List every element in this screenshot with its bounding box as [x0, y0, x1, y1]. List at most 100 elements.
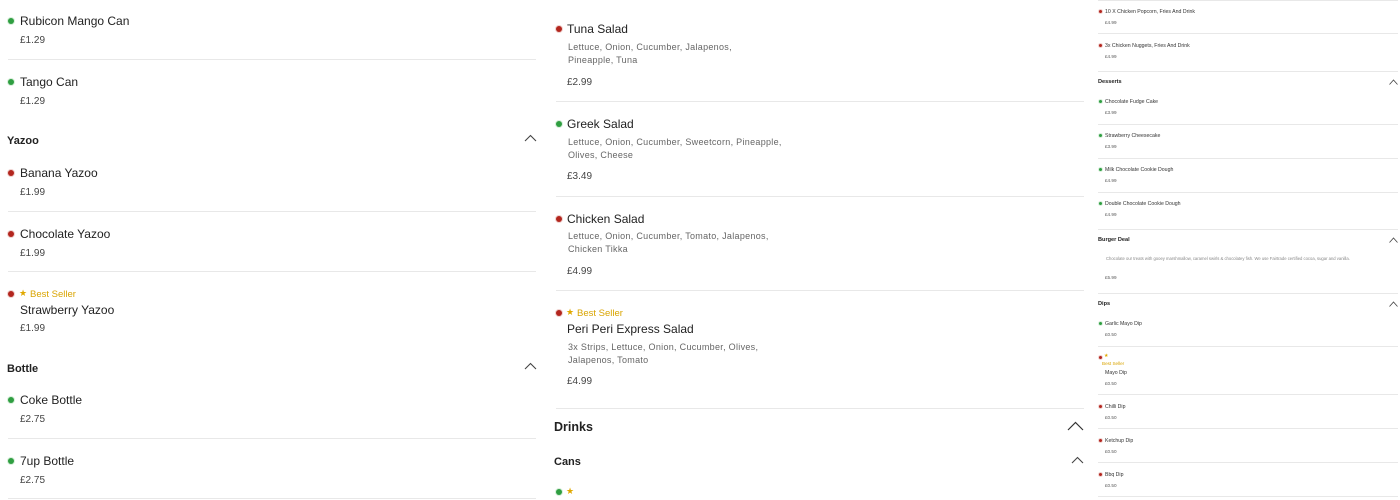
item-name: Coke Bottle — [20, 393, 83, 407]
category-title: Dips — [1098, 301, 1111, 307]
veg-dot-icon — [8, 397, 14, 403]
item-price: £3.99 — [1105, 110, 1117, 115]
item-name: Ketchup Dip — [1105, 438, 1134, 444]
item-name: Garlic Mayo Dip — [1105, 321, 1142, 327]
item-name: 7up Bottle — [20, 454, 75, 468]
chevron-up-icon[interactable] — [1389, 237, 1398, 243]
item-name: Strawberry Cheesecake — [1105, 133, 1161, 139]
best-seller-badge: Best Seller — [30, 289, 76, 300]
item-description: 3x Strips, Lettuce, Onion, Cucumber, Oli… — [568, 342, 759, 365]
veg-dot-icon — [1099, 168, 1102, 171]
item-name: Tango Can — [20, 75, 79, 89]
veg-dot-icon — [1099, 100, 1102, 103]
star-icon: ★ — [566, 307, 575, 317]
divider — [1098, 158, 1398, 159]
item-price: £5.99 — [1105, 275, 1117, 280]
menu-column-middle: Tuna Salad Lettuce, Onion, Cucumber, Jal… — [546, 0, 1092, 500]
item-name: Chilli Dip — [1105, 404, 1126, 410]
star-icon: ★ — [566, 486, 575, 496]
section-title: Drinks — [554, 420, 593, 434]
nonveg-dot-icon — [1099, 10, 1102, 13]
veg-dot-icon — [8, 18, 14, 24]
chevron-up-icon[interactable] — [1389, 79, 1398, 85]
item-description: Lettuce, Onion, Cucumber, Jalapenos, Pin… — [568, 42, 732, 65]
divider — [1098, 346, 1398, 347]
nonveg-dot-icon — [8, 291, 14, 297]
chevron-up-icon[interactable] — [524, 362, 537, 370]
nonveg-dot-icon — [556, 26, 562, 32]
divider — [556, 196, 1084, 197]
divider — [8, 59, 536, 60]
item-name: Peri Peri Express Salad — [567, 322, 694, 336]
star-icon: ★ — [1104, 353, 1109, 359]
category-title: Bottle — [7, 363, 39, 375]
item-name: Rubicon Mango Can — [20, 14, 130, 28]
item-price: £1.99 — [20, 187, 46, 198]
item-name: Double Chocolate Cookie Dough — [1105, 201, 1181, 207]
divider — [8, 438, 536, 439]
item-price: £2.75 — [20, 414, 46, 425]
item-name: Banana Yazoo — [20, 166, 98, 180]
item-name: 3x Chicken Nuggets, Fries And Drink — [1105, 43, 1190, 49]
divider — [1098, 293, 1398, 294]
item-price: £0.50 — [1105, 332, 1117, 337]
divider — [1098, 394, 1398, 395]
item-price: £3.49 — [567, 171, 593, 182]
item-price: £4.99 — [567, 266, 593, 277]
item-price: £1.29 — [20, 35, 46, 46]
menu-column-left: Rubicon Mango Can £1.29 Tango Can £1.29 … — [0, 0, 545, 500]
chevron-up-icon[interactable] — [1389, 301, 1398, 307]
item-price: £4.99 — [1105, 54, 1117, 59]
category-title: Burger Deal — [1098, 237, 1130, 243]
item-name: Chicken Salad — [567, 212, 645, 226]
item-price: £4.99 — [1105, 178, 1117, 183]
category-title: Yazoo — [7, 135, 39, 147]
nonveg-dot-icon — [1099, 356, 1102, 359]
divider — [1098, 229, 1398, 230]
veg-dot-icon — [1099, 322, 1102, 325]
divider — [1098, 124, 1398, 125]
item-price: £1.29 — [20, 96, 46, 107]
nonveg-dot-icon — [8, 231, 14, 237]
divider — [1098, 496, 1398, 497]
item-name: Bbq Dip — [1105, 472, 1124, 478]
divider — [1098, 33, 1398, 34]
veg-dot-icon — [8, 79, 14, 85]
best-seller-badge: Best Seller — [577, 308, 623, 319]
category-title: Cans — [554, 456, 581, 468]
nonveg-dot-icon — [1099, 44, 1102, 47]
item-description: Lettuce, Onion, Cucumber, Tomato, Jalape… — [568, 231, 769, 254]
nonveg-dot-icon — [1099, 439, 1102, 442]
chevron-up-icon[interactable] — [1071, 456, 1084, 464]
menu-column-right: 10 X Chicken Popcorn, Fries And Drink £4… — [1092, 0, 1400, 500]
category-title: Desserts — [1098, 79, 1122, 85]
item-name: Chocolate Yazoo — [20, 227, 111, 241]
veg-dot-icon — [556, 489, 562, 495]
divider — [1098, 428, 1398, 429]
veg-dot-icon — [1099, 134, 1102, 137]
nonveg-dot-icon — [556, 216, 562, 222]
item-name: Chocolate Fudge Cake — [1105, 99, 1159, 105]
divider — [8, 271, 536, 272]
item-price: £0.50 — [1105, 381, 1117, 386]
best-seller-badge: Best Seller — [1102, 361, 1125, 366]
nonveg-dot-icon — [556, 310, 562, 316]
divider — [1098, 462, 1398, 463]
item-price: £4.99 — [1105, 20, 1117, 25]
nonveg-dot-icon — [8, 170, 14, 176]
divider — [8, 498, 536, 499]
item-price: £2.99 — [567, 77, 593, 88]
star-icon: ★ — [19, 288, 28, 298]
item-price: £4.99 — [567, 376, 593, 387]
divider — [556, 290, 1084, 291]
item-price: £2.75 — [20, 475, 46, 486]
item-price: £4.99 — [1105, 212, 1117, 217]
item-description: Lettuce, Onion, Cucumber, Sweetcorn, Pin… — [568, 137, 782, 160]
chevron-up-icon[interactable] — [524, 134, 537, 142]
divider — [556, 101, 1084, 102]
divider — [8, 211, 536, 212]
item-name: Strawberry Yazoo — [20, 303, 115, 317]
chevron-up-icon[interactable] — [1067, 421, 1084, 431]
divider — [1098, 71, 1398, 72]
item-name: Mayo Dip — [1105, 370, 1127, 376]
